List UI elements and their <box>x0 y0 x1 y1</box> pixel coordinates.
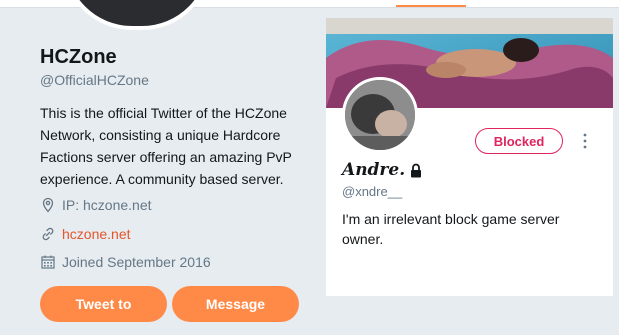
profile-bio: This is the official Twitter of the HCZo… <box>40 105 292 187</box>
profile-avatar[interactable] <box>62 0 212 30</box>
calendar-icon <box>41 255 55 269</box>
tweet-to-button[interactable]: Tweet to <box>40 286 167 322</box>
map-pin-icon <box>42 197 54 213</box>
profile-website[interactable]: hczone.net <box>40 226 131 242</box>
lock-icon <box>411 163 422 177</box>
hover-card-name: Andre. <box>342 160 423 180</box>
message-button[interactable]: Message <box>172 286 299 322</box>
profile-handle: @OfficialHCZone <box>40 72 149 88</box>
profile-hover-card: Blocked Andre. @xndre__ I'm an irrelevan… <box>326 18 613 296</box>
profile-location: IP: hczone.net <box>40 197 152 213</box>
link-icon <box>42 227 54 241</box>
hover-card-handle: @xndre__ <box>342 184 403 199</box>
joined-text: Joined September 2016 <box>62 254 211 270</box>
more-vertical-icon[interactable] <box>580 132 590 150</box>
hover-card-avatar[interactable] <box>342 77 418 153</box>
profile-joined: Joined September 2016 <box>40 254 211 270</box>
website-link[interactable]: hczone.net <box>62 226 131 242</box>
profile-name: HCZone <box>40 46 117 68</box>
hover-card-bio: I'm an irrelevant block game server owne… <box>342 211 560 247</box>
hover-card-name-text: Andre. <box>342 160 406 180</box>
active-tab-indicator <box>396 5 466 7</box>
location-text: IP: hczone.net <box>62 197 152 213</box>
blocked-button[interactable]: Blocked <box>475 128 563 154</box>
